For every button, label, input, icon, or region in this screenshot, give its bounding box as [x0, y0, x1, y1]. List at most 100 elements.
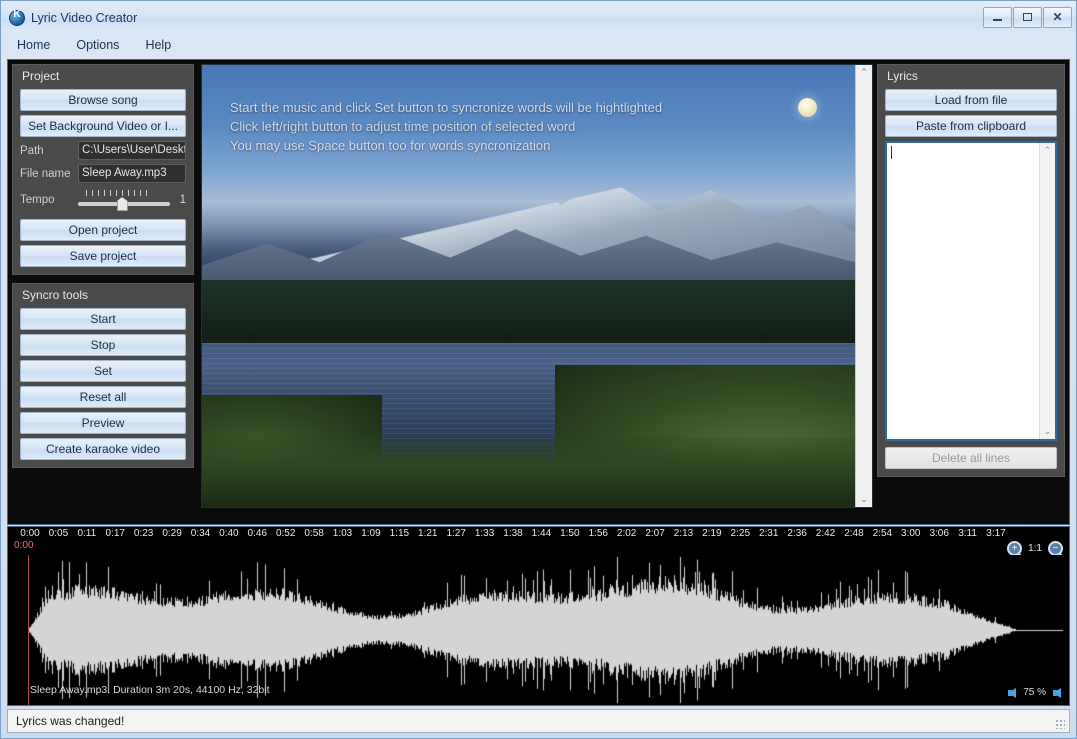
filename-input[interactable]: Sleep Away.mp3 — [78, 164, 186, 183]
volume-up-icon[interactable] — [1053, 687, 1061, 698]
zoom-out-icon[interactable]: − — [1048, 541, 1063, 555]
timeline-tick-label: 2:25 — [730, 528, 751, 539]
status-message: Lyrics was changed! — [16, 714, 125, 728]
background-forest — [202, 280, 855, 348]
menu-item-help[interactable]: Help — [145, 38, 171, 52]
video-preview-area: Start the music and click Set button to … — [198, 60, 873, 524]
timeline-tick-label: 0:46 — [247, 528, 268, 539]
browse-song-button[interactable]: Browse song — [20, 89, 186, 111]
lyrics-textarea-wrapper: ⌃ ⌄ — [885, 141, 1057, 441]
timeline-ruler[interactable]: 0:00 + 1:1 − 0:00 0:05 0:11 0:17 0:23 0:29 0:3… — [8, 527, 1069, 555]
title-bar: Lyric Video Creator ✕ — [1, 1, 1076, 34]
timeline-tick-label: 1:03 — [332, 528, 353, 539]
app-logo-icon — [9, 9, 25, 26]
timeline-tick-label: 1:50 — [560, 528, 580, 539]
save-project-button[interactable]: Save project — [20, 245, 186, 267]
timeline-zoom-tools: + 1:1 − — [1007, 541, 1063, 555]
timeline-tick-label: 0:00 — [20, 528, 40, 539]
status-bar: Lyrics was changed! — [7, 709, 1070, 733]
lyrics-sidebar: Lyrics Load from file Paste from clipboa… — [873, 60, 1069, 524]
minimize-button[interactable] — [983, 6, 1012, 28]
overlay-line-3: You may use Space button too for words s… — [230, 138, 551, 153]
filename-row: File name Sleep Away.mp3 — [20, 164, 186, 183]
preview-button[interactable]: Preview — [20, 412, 186, 434]
timeline-tick-label: 3:11 — [958, 528, 977, 539]
timeline-tick-label: 0:40 — [219, 528, 239, 539]
path-input[interactable]: C:\Users\User\Desktop — [78, 141, 186, 160]
track-info-label: Sleep Away.mp3. Duration 3m 20s, 44100 H… — [30, 684, 270, 696]
syncro-tools-title: Syncro tools — [22, 288, 89, 302]
timeline-tick-label: 1:21 — [418, 528, 438, 539]
lyrics-scroll-down-icon[interactable]: ⌄ — [1044, 426, 1052, 437]
tempo-slider-thumb[interactable] — [116, 197, 128, 211]
timeline-tick-label: 3:06 — [929, 528, 949, 539]
lyrics-vertical-scrollbar[interactable]: ⌃ ⌄ — [1039, 143, 1055, 439]
window-title: Lyric Video Creator — [31, 10, 138, 25]
timeline-tick-label: 0:52 — [275, 528, 296, 539]
close-button[interactable]: ✕ — [1043, 6, 1072, 28]
zoom-ratio-label: 1:1 — [1028, 543, 1042, 554]
timeline-tick-label: 3:00 — [901, 528, 921, 539]
tempo-slider[interactable] — [78, 188, 170, 212]
video-canvas[interactable]: Start the music and click Set button to … — [202, 65, 855, 507]
path-label: Path — [20, 144, 44, 157]
timeline-tick-label: 1:27 — [446, 528, 466, 539]
left-sidebar: Project Browse song Set Background Video… — [8, 60, 198, 524]
set-background-button[interactable]: Set Background Video or I... — [20, 115, 186, 137]
timeline-tick-label: 2:31 — [758, 528, 779, 539]
waveform-canvas[interactable] — [8, 555, 1069, 705]
moon-icon — [798, 98, 817, 117]
lyrics-input[interactable] — [887, 143, 1039, 439]
overlay-line-1: Start the music and click Set button to … — [230, 100, 663, 115]
waveform-area[interactable]: Sleep Away.mp3. Duration 3m 20s, 44100 H… — [8, 555, 1069, 705]
scroll-up-icon[interactable]: ⌃ — [860, 67, 868, 78]
filename-label: File name — [20, 167, 71, 180]
reset-all-button[interactable]: Reset all — [20, 386, 186, 408]
stop-button[interactable]: Stop — [20, 334, 186, 356]
zoom-in-icon[interactable]: + — [1007, 541, 1023, 555]
load-from-file-button[interactable]: Load from file — [885, 89, 1057, 111]
video-frame: Start the music and click Set button to … — [201, 64, 873, 508]
maximize-button[interactable] — [1013, 6, 1042, 28]
set-button[interactable]: Set — [20, 360, 186, 382]
timeline-tick-label: 0:05 — [48, 528, 69, 539]
project-panel: Project Browse song Set Background Video… — [12, 64, 194, 275]
window-controls: ✕ — [983, 6, 1076, 29]
menu-item-home[interactable]: Home — [17, 38, 50, 52]
create-karaoke-video-button[interactable]: Create karaoke video — [20, 438, 186, 460]
menu-item-options[interactable]: Options — [76, 38, 119, 52]
scroll-down-icon[interactable]: ⌄ — [860, 494, 868, 505]
open-project-button[interactable]: Open project — [20, 219, 186, 241]
menu-bar: Home Options Help — [1, 34, 1076, 55]
video-vertical-scrollbar[interactable]: ⌃ ⌄ — [855, 65, 872, 507]
timeline-tick-label: 3:17 — [986, 528, 1006, 539]
close-icon: ✕ — [1052, 10, 1063, 24]
waveform-playhead[interactable] — [28, 555, 29, 705]
maximize-icon — [1023, 13, 1032, 21]
start-button[interactable]: Start — [20, 308, 186, 330]
delete-all-lines-button[interactable]: Delete all lines — [885, 447, 1057, 469]
app-window: Lyric Video Creator ✕ Home Options Help … — [0, 0, 1077, 739]
timeline-tick-label: 0:23 — [133, 528, 154, 539]
lyrics-scroll-up-icon[interactable]: ⌃ — [1044, 145, 1052, 156]
timeline-tick-label: 2:48 — [844, 528, 864, 539]
timeline-tick-label: 2:07 — [645, 528, 665, 539]
playhead-time-label: 0:00 — [14, 540, 34, 551]
volume-down-icon[interactable] — [1008, 687, 1017, 698]
timeline-tick-label: 1:38 — [503, 528, 523, 539]
timeline-panel: 0:00 + 1:1 − 0:00 0:05 0:11 0:17 0:23 0:29 0:3… — [7, 526, 1070, 706]
main-content: Project Browse song Set Background Video… — [7, 59, 1070, 525]
volume-value-label: 75 % — [1023, 687, 1046, 698]
timeline-tick-label: 2:19 — [702, 528, 722, 539]
overlay-line-2: Click left/right button to adjust time p… — [230, 119, 576, 134]
paste-from-clipboard-button[interactable]: Paste from clipboard — [885, 115, 1057, 137]
timeline-tick-label: 1:09 — [361, 528, 381, 539]
timeline-tick-label: 1:33 — [474, 528, 495, 539]
resize-grip[interactable] — [1055, 719, 1065, 729]
lyrics-panel: Lyrics Load from file Paste from clipboa… — [877, 64, 1065, 477]
timeline-tick-label: 2:13 — [673, 528, 694, 539]
timeline-tick-label: 2:42 — [815, 528, 836, 539]
timeline-tick-label: 0:58 — [304, 528, 324, 539]
timeline-tick-label: 0:34 — [190, 528, 211, 539]
tempo-slider-ticks — [86, 190, 152, 196]
